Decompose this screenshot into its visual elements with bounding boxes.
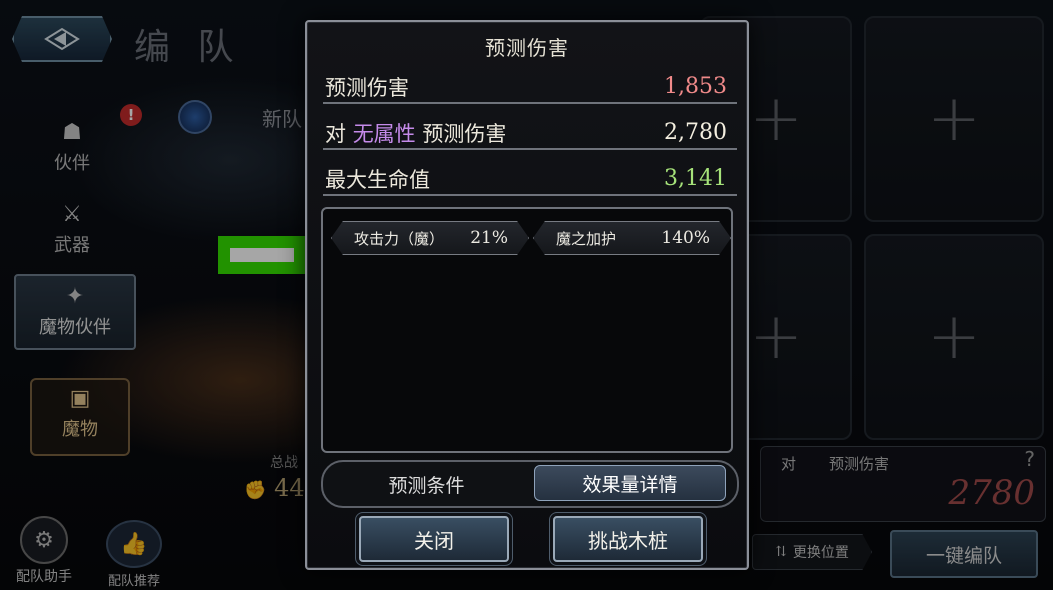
effect-name: 攻击力（魔）: [354, 229, 445, 248]
stat-value: 3,141: [664, 166, 727, 191]
challenge-dummy-button[interactable]: 挑战木桩: [553, 516, 703, 562]
stat-row-predicted-damage: 预测伤害 1,853: [323, 72, 737, 104]
effect-name: 魔之加护: [556, 229, 617, 248]
stat-label-suffix: 预测伤害: [415, 122, 507, 146]
tab-effect-details[interactable]: 效果量详情: [534, 465, 726, 501]
stat-value: 1,853: [664, 74, 727, 99]
stat-label: 预测伤害: [325, 76, 409, 100]
effect-percent: 140%: [661, 228, 710, 248]
stat-row-attribute-damage: 对 无属性 预测伤害 2,780: [323, 118, 737, 150]
effect-tag: 魔之加护 140%: [533, 221, 731, 255]
stat-label-attribute: 无属性: [352, 122, 416, 146]
stat-value: 2,780: [664, 120, 727, 145]
stat-label-prefix: 对: [325, 122, 353, 146]
stat-row-max-hp: 最大生命值 3,141: [323, 164, 737, 196]
modal-tabs: 预测条件 效果量详情: [321, 460, 739, 508]
tab-prediction-conditions[interactable]: 预测条件: [323, 462, 530, 506]
stat-label: 最大生命值: [325, 168, 430, 192]
stat-label: 对 无属性 预测伤害: [325, 118, 506, 148]
damage-prediction-modal: 预测伤害 预测伤害 1,853 对 无属性 预测伤害 2,780 最大生命值 3…: [305, 20, 749, 570]
modal-title: 预测伤害: [485, 36, 569, 60]
effect-percent: 21%: [470, 228, 508, 248]
close-button[interactable]: 关闭: [359, 516, 509, 562]
effect-tag: 攻击力（魔） 21%: [331, 221, 529, 255]
effects-panel: 攻击力（魔） 21% 魔之加护 140%: [321, 207, 733, 453]
